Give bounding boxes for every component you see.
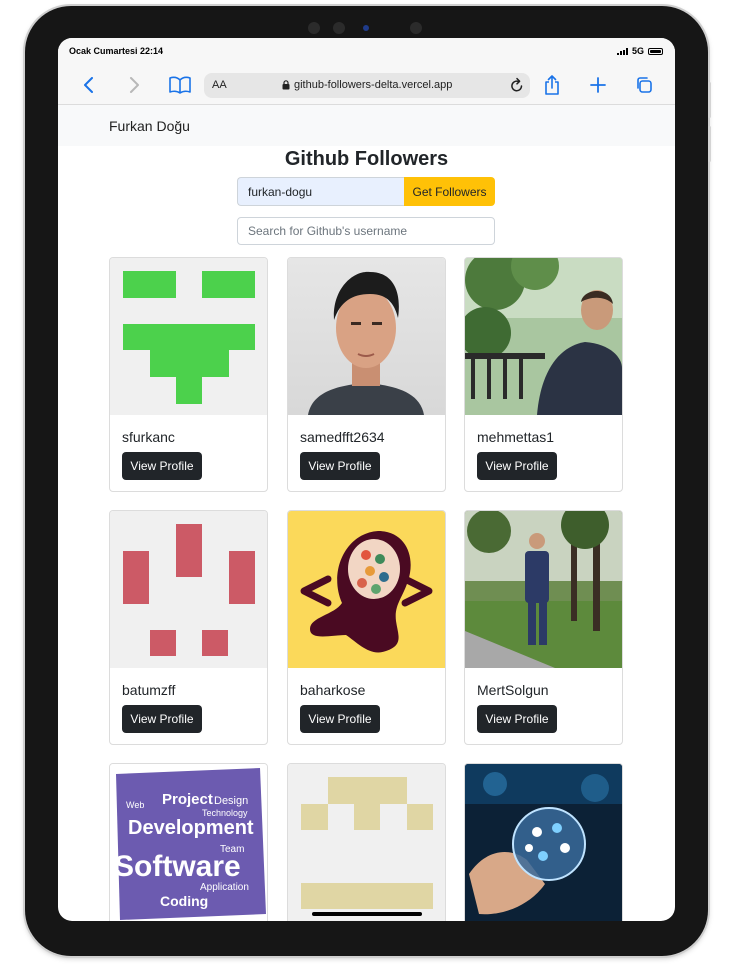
person-photo <box>465 258 622 415</box>
chevron-right-icon <box>130 77 139 93</box>
view-profile-button[interactable]: View Profile <box>300 705 380 733</box>
follower-login: MertSolgun <box>477 682 549 698</box>
tech-hand-image <box>465 764 622 915</box>
view-profile-button[interactable]: View Profile <box>122 452 202 480</box>
wordcloud-word: Design <box>214 795 248 807</box>
status-bar: Ocak Cumartesi 22:14 5G <box>58 38 675 66</box>
follower-login: baharkose <box>300 682 366 698</box>
new-tab-button[interactable] <box>585 72 611 98</box>
avatar <box>465 511 622 668</box>
person-photo <box>308 271 424 415</box>
follower-card: baharkose View Profile <box>287 510 446 745</box>
follower-card: sfurkanc View Profile <box>109 257 268 492</box>
network-label: 5G <box>631 46 644 56</box>
view-profile-button[interactable]: View Profile <box>477 452 557 480</box>
avatar: Project Design Technology Web Developmen… <box>110 764 267 921</box>
avatar <box>110 258 267 415</box>
view-profile-button[interactable]: View Profile <box>300 452 380 480</box>
identicon-image <box>301 777 433 909</box>
reload-button[interactable] <box>510 77 524 98</box>
username-input[interactable] <box>237 177 404 206</box>
tabs-icon <box>637 77 652 93</box>
address-bar[interactable]: AA github-followers-delta.vercel.app <box>204 73 530 98</box>
code-brain-image <box>300 531 433 653</box>
follower-card <box>287 763 446 921</box>
search-username-input[interactable] <box>237 217 495 245</box>
browser-screen: Ocak Cumartesi 22:14 5G AA github-follow… <box>58 38 675 921</box>
lock-icon <box>282 80 290 90</box>
volume-button <box>708 126 711 162</box>
signal-icon <box>616 47 628 55</box>
avatar <box>465 764 622 921</box>
identicon-image <box>123 524 255 656</box>
plus-icon <box>590 77 606 93</box>
avatar <box>110 511 267 668</box>
follower-card: batumzff View Profile <box>109 510 268 745</box>
camera-sensor <box>410 22 422 34</box>
back-button[interactable] <box>76 72 102 98</box>
get-followers-button[interactable]: Get Followers <box>404 177 495 206</box>
bookmarks-button[interactable] <box>167 72 193 98</box>
status-time: Ocak Cumartesi 22:14 <box>69 46 164 56</box>
avatar <box>288 511 445 668</box>
person-photo <box>465 511 622 668</box>
home-indicator <box>312 912 422 916</box>
chevron-left-icon <box>84 77 93 93</box>
wordcloud-word: Web <box>126 800 144 810</box>
url-display: github-followers-delta.vercel.app <box>282 79 452 91</box>
site-navbar: Furkan Doğu <box>58 105 675 146</box>
follower-card: samedfft2634 View Profile <box>287 257 446 492</box>
wordcloud-word: Application <box>200 882 249 893</box>
page-title: Github Followers <box>284 148 449 170</box>
follower-login: samedfft2634 <box>300 429 385 445</box>
camera-sensor <box>308 22 320 34</box>
view-profile-button[interactable]: View Profile <box>122 705 202 733</box>
wordcloud-image: Project Design Technology Web Developmen… <box>114 768 266 920</box>
wordcloud-word: Development <box>128 817 254 839</box>
view-profile-button[interactable]: View Profile <box>477 705 557 733</box>
browser-toolbar: AA github-followers-delta.vercel.app <box>58 66 675 105</box>
username-form: Get Followers <box>237 177 495 206</box>
url-text: github-followers-delta.vercel.app <box>294 79 453 91</box>
wordcloud-word: Project <box>162 791 213 808</box>
follower-login: mehmettas1 <box>477 429 555 445</box>
wordcloud-word: Coding <box>160 893 208 909</box>
follower-card: mehmettas1 View Profile <box>464 257 623 492</box>
follower-login: batumzff <box>122 682 176 698</box>
status-indicators: 5G <box>616 46 663 56</box>
avatar <box>465 258 622 415</box>
book-icon <box>169 76 191 94</box>
share-icon <box>545 75 559 95</box>
follower-login: sfurkanc <box>122 429 175 445</box>
camera-sensor <box>333 22 345 34</box>
identicon-image <box>123 271 255 404</box>
wordcloud-word: Software <box>114 850 241 883</box>
share-button[interactable] <box>539 72 565 98</box>
follower-card: Project Design Technology Web Developmen… <box>109 763 268 921</box>
forward-button[interactable] <box>121 72 147 98</box>
reload-icon <box>511 77 523 92</box>
volume-button <box>708 82 711 118</box>
follower-card <box>464 763 623 921</box>
follower-card: MertSolgun View Profile <box>464 510 623 745</box>
navbar-brand[interactable]: Furkan Doğu <box>109 118 190 134</box>
tabs-button[interactable] <box>631 72 657 98</box>
avatar <box>288 764 445 921</box>
avatar <box>288 258 445 415</box>
reader-options-button[interactable]: AA <box>212 79 227 91</box>
battery-icon <box>648 47 663 55</box>
camera-lens <box>363 25 369 31</box>
